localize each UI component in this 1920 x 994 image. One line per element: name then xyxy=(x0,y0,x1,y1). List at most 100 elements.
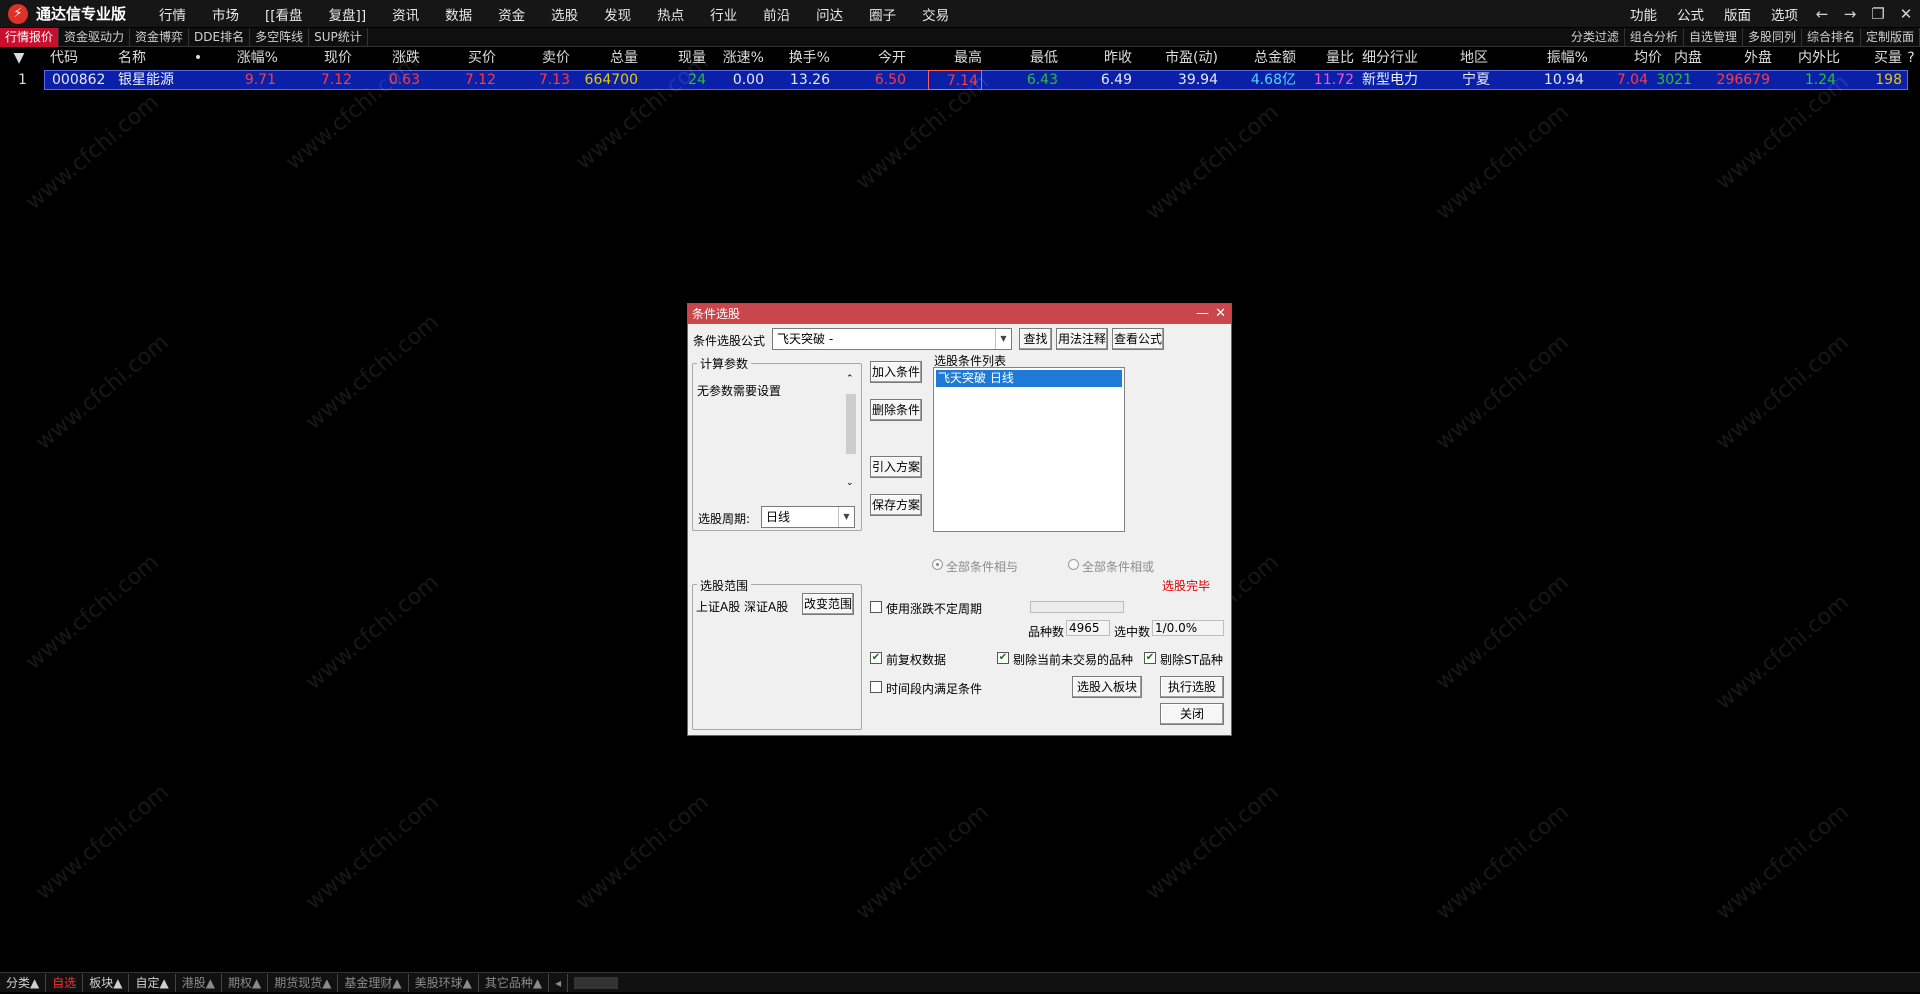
add-to-block-button[interactable]: 选股入板块 xyxy=(1072,676,1142,698)
menu-circle[interactable]: 圈子 xyxy=(856,4,909,24)
col-flag[interactable]: • xyxy=(190,48,206,68)
col-vol-ratio[interactable]: 量比 xyxy=(1310,48,1354,68)
remove-untraded-checkbox[interactable]: ✔ xyxy=(997,652,1009,664)
tab-long-short[interactable]: 多空阵线 xyxy=(250,27,310,47)
adjust-checkbox[interactable]: ✔ xyxy=(870,652,882,664)
menu-options[interactable]: 选项 xyxy=(1761,4,1808,24)
menu-review[interactable]: 复盘]] xyxy=(316,4,380,24)
period-select[interactable]: 日线 ▼ xyxy=(761,506,855,528)
conditions-list[interactable]: 飞天突破 日线 xyxy=(933,367,1125,532)
menu-discover[interactable]: 发现 xyxy=(591,4,644,24)
tab-us-global[interactable]: 美股环球▲ xyxy=(409,973,479,992)
tab-funds[interactable]: 基金理财▲ xyxy=(338,973,409,992)
col-volume[interactable]: 总量 xyxy=(592,48,638,68)
scroll-down-icon[interactable]: ⌄ xyxy=(846,478,854,488)
minimize-icon[interactable]: — xyxy=(1196,304,1209,324)
col-name[interactable]: 名称 xyxy=(118,48,158,68)
menu-data[interactable]: 数据 xyxy=(432,4,485,24)
delete-condition-button[interactable]: 删除条件 xyxy=(870,399,922,421)
menu-ask[interactable]: 问达 xyxy=(803,4,856,24)
tab-other[interactable]: 其它品种▲ xyxy=(479,973,550,992)
tab-futures[interactable]: 期货现货▲ xyxy=(268,973,339,992)
tab-custom-layout[interactable]: 定制版面 xyxy=(1861,28,1920,47)
view-formula-button[interactable]: 查看公式 xyxy=(1112,328,1164,350)
menu-news[interactable]: 资讯 xyxy=(379,4,432,24)
add-condition-button[interactable]: 加入条件 xyxy=(870,361,922,383)
menu-layout[interactable]: 版面 xyxy=(1714,4,1761,24)
menu-industry[interactable]: 行业 xyxy=(697,4,750,24)
back-arrow-icon[interactable]: ← xyxy=(1808,5,1836,23)
find-button[interactable]: 查找 xyxy=(1019,328,1052,350)
tab-quotes[interactable]: 行情报价 xyxy=(0,27,60,47)
col-price[interactable]: 现价 xyxy=(306,48,352,68)
col-inner[interactable]: 内盘 xyxy=(1660,48,1702,68)
menu-function[interactable]: 功能 xyxy=(1620,4,1667,24)
tab-hk[interactable]: 港股▲ xyxy=(176,973,222,992)
col-change[interactable]: 涨跌 xyxy=(374,48,420,68)
col-bid[interactable]: 买价 xyxy=(450,48,496,68)
tab-multi-stock[interactable]: 多股同列 xyxy=(1743,28,1802,47)
restore-icon[interactable]: ❐ xyxy=(1864,5,1892,23)
tab-block[interactable]: 板块▲ xyxy=(83,973,130,992)
col-amount[interactable]: 总金额 xyxy=(1236,48,1296,68)
tab-watchlist-mgmt[interactable]: 自选管理 xyxy=(1684,28,1743,47)
col-bid-volume[interactable]: 买量 xyxy=(1862,48,1902,68)
sort-toggle-icon[interactable]: ▼ xyxy=(12,48,26,68)
col-ask[interactable]: 卖价 xyxy=(524,48,570,68)
tab-watchlist[interactable]: 自选 xyxy=(46,973,84,992)
menu-quotes[interactable]: 行情 xyxy=(146,4,199,24)
dialog-titlebar[interactable]: 条件选股 — ✕ xyxy=(688,304,1231,324)
col-low[interactable]: 最低 xyxy=(1012,48,1058,68)
save-scheme-button[interactable]: 保存方案 xyxy=(870,494,922,516)
col-amplitude[interactable]: 振幅% xyxy=(1532,48,1588,68)
col-turnover[interactable]: 换手% xyxy=(778,48,830,68)
radio-or[interactable] xyxy=(1068,559,1079,570)
tab-fund-game[interactable]: 资金博弈 xyxy=(130,27,190,47)
col-change-pct[interactable]: 涨幅% xyxy=(222,48,278,68)
tab-category-filter[interactable]: 分类过滤 xyxy=(1566,28,1625,47)
col-open[interactable]: 今开 xyxy=(860,48,906,68)
menu-hot[interactable]: 热点 xyxy=(644,4,697,24)
close-button[interactable]: 关闭 xyxy=(1160,703,1224,725)
scroll-thumb[interactable] xyxy=(846,394,856,454)
menu-stock-picker[interactable]: 选股 xyxy=(538,4,591,24)
menu-formula[interactable]: 公式 xyxy=(1667,4,1714,24)
execute-button[interactable]: 执行选股 xyxy=(1160,676,1224,698)
col-code[interactable]: 代码 xyxy=(50,48,84,68)
tab-options[interactable]: 期权▲ xyxy=(222,973,269,992)
col-region[interactable]: 地区 xyxy=(1460,48,1500,68)
tab-sup-stats[interactable]: SUP统计 xyxy=(309,27,368,47)
tab-custom[interactable]: 自定▲ xyxy=(129,973,176,992)
chevron-down-icon[interactable]: ▼ xyxy=(995,329,1011,349)
tab-fund-drive[interactable]: 资金驱动力 xyxy=(59,27,131,47)
tab-overall-rank[interactable]: 综合排名 xyxy=(1802,28,1861,47)
formula-select[interactable]: 飞天突破 - ▼ xyxy=(772,328,1012,350)
uncertain-period-checkbox[interactable] xyxy=(870,601,882,613)
import-scheme-button[interactable]: 引入方案 xyxy=(870,456,922,478)
radio-and[interactable] xyxy=(932,559,943,570)
tab-combo-analysis[interactable]: 组合分析 xyxy=(1625,28,1684,47)
remove-st-checkbox[interactable]: ✔ xyxy=(1144,652,1156,664)
scroll-up-icon[interactable]: ⌃ xyxy=(846,374,854,384)
col-speed[interactable]: 涨速% xyxy=(712,48,764,68)
menu-trade[interactable]: 交易 xyxy=(909,4,962,24)
params-scrollbar[interactable]: ⌃ ⌄ xyxy=(844,374,858,492)
forward-arrow-icon[interactable]: → xyxy=(1836,5,1864,23)
tab-category[interactable]: 分类▲ xyxy=(0,973,47,992)
help-icon[interactable]: ? xyxy=(1905,48,1917,68)
table-row[interactable]: 1 000862 银星能源 9.71 7.12 0.63 7.12 7.13 6… xyxy=(0,70,1920,90)
bottom-scrollbar[interactable] xyxy=(574,976,619,989)
col-prev-close[interactable]: 昨收 xyxy=(1086,48,1132,68)
menu-watch[interactable]: [[看盘 xyxy=(252,4,316,24)
menu-market[interactable]: 市场 xyxy=(199,4,252,24)
menu-frontier[interactable]: 前沿 xyxy=(750,4,803,24)
col-outer[interactable]: 外盘 xyxy=(1726,48,1772,68)
chevron-down-icon[interactable]: ▼ xyxy=(838,507,854,527)
menu-funds[interactable]: 资金 xyxy=(485,4,538,24)
col-cur-volume[interactable]: 现量 xyxy=(660,48,706,68)
close-icon[interactable]: ✕ xyxy=(1892,5,1920,23)
change-range-button[interactable]: 改变范围 xyxy=(802,593,854,615)
col-pe[interactable]: 市盈(动) xyxy=(1152,48,1218,68)
usage-note-button[interactable]: 用法注释 xyxy=(1056,328,1108,350)
time-range-checkbox[interactable] xyxy=(870,681,882,693)
